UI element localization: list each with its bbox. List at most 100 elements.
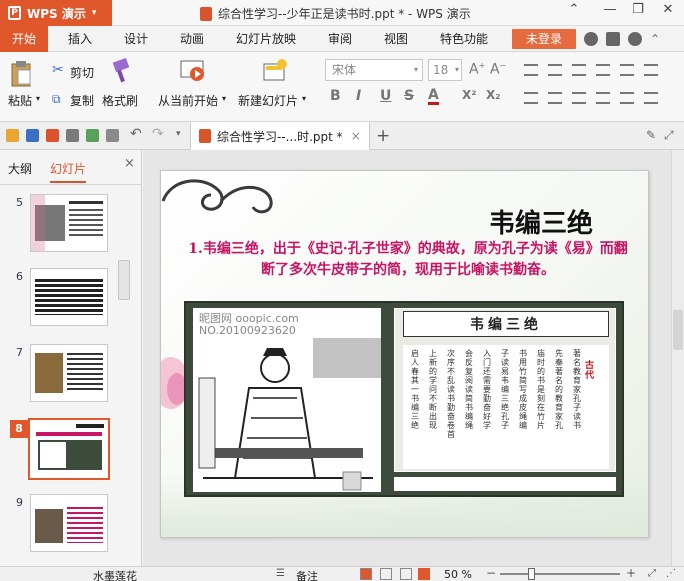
zoom-in-icon[interactable]: +	[626, 566, 636, 580]
from-current-button[interactable]: 从当前开始	[158, 92, 218, 109]
cut-button[interactable]: 剪切	[70, 64, 94, 81]
subscript-button[interactable]: X₂	[486, 88, 501, 102]
slide-sorter-icon[interactable]	[380, 568, 392, 580]
minimize-button[interactable]: —	[598, 2, 622, 17]
customize-quick-access-icon[interactable]: ▾	[176, 129, 181, 139]
tab-slideshow[interactable]: 幻灯片放映	[236, 26, 296, 52]
slide-canvas[interactable]: 韦编三绝 1.韦编三绝，出于《史记·孔子世家》的典故，原为孔子为读《易》而翻断了…	[160, 170, 649, 538]
tab-slides[interactable]: 幻灯片	[50, 160, 87, 183]
editor-scrollbar[interactable]	[671, 150, 684, 566]
font-size-value: 18	[433, 63, 449, 77]
thumb-text-block	[67, 507, 103, 543]
bullet-list-icon[interactable]	[524, 64, 538, 76]
tshirt-skin-icon[interactable]	[606, 32, 620, 46]
zoom-out-icon[interactable]: −	[486, 566, 496, 580]
help-icon[interactable]	[584, 32, 598, 46]
export-pdf-icon[interactable]	[46, 129, 59, 142]
login-button[interactable]: 未登录	[512, 29, 576, 49]
align-justify-icon[interactable]	[596, 92, 610, 104]
restore-button[interactable]: ❐	[626, 2, 650, 17]
vertical-text-column: 次序不乱读书勤奋卷首	[447, 349, 455, 439]
align-left-icon[interactable]	[524, 92, 538, 104]
ribbon-collapse-icon[interactable]: ⌃	[562, 2, 586, 17]
vertical-text-column: 庙时的书是刻在竹片	[537, 349, 545, 430]
slide-thumbnail-5[interactable]	[30, 194, 108, 252]
print-preview-icon[interactable]	[86, 129, 99, 142]
tab-review[interactable]: 审阅	[328, 26, 352, 52]
text-direction-icon[interactable]	[644, 64, 658, 76]
thumbnails-scrollbar[interactable]	[118, 260, 130, 300]
zoom-slider[interactable]	[500, 573, 620, 575]
distribute-icon[interactable]	[620, 92, 634, 104]
font-size-select[interactable]: 18 ▾	[428, 59, 462, 81]
chevron-down-icon: ▾	[413, 65, 418, 74]
chevron-down-icon[interactable]: ▾	[302, 94, 306, 103]
paste-icon[interactable]	[10, 60, 32, 88]
zoom-slider-thumb[interactable]	[528, 568, 535, 580]
paste-button[interactable]: 粘贴	[8, 92, 32, 109]
save-icon[interactable]	[26, 129, 39, 142]
vertical-text-column: 子读易韦编三绝孔子	[501, 349, 509, 430]
copy-button[interactable]: 复制	[70, 92, 94, 109]
new-tab-icon[interactable]: +	[376, 126, 390, 146]
thumb-title-line	[69, 201, 103, 204]
app-menu-button[interactable]: P WPS 演示 ▾	[0, 0, 112, 26]
close-tab-icon[interactable]: ×	[351, 129, 361, 143]
slideshow-icon[interactable]	[418, 568, 430, 580]
numbered-list-icon[interactable]	[548, 64, 562, 76]
format-painter-button[interactable]: 格式刷	[102, 92, 138, 109]
undo-icon[interactable]: ↶	[130, 126, 142, 142]
tab-view[interactable]: 视图	[384, 26, 408, 52]
settings-icon[interactable]	[628, 32, 642, 46]
align-center-icon[interactable]	[548, 92, 562, 104]
font-name-select[interactable]: 宋体 ▾	[325, 59, 423, 81]
grow-font-icon[interactable]: A+	[469, 61, 485, 78]
tab-outline[interactable]: 大纲	[8, 160, 32, 177]
tools-icon[interactable]: ✎	[646, 128, 656, 142]
align-right-icon[interactable]	[572, 92, 586, 104]
decrease-indent-icon[interactable]	[572, 64, 586, 76]
redo-icon[interactable]: ↷	[152, 126, 164, 142]
more-icon[interactable]: ⌃	[650, 32, 660, 46]
strikethrough-button[interactable]: S	[404, 88, 414, 104]
scrollbar-thumb[interactable]	[673, 310, 683, 350]
zoom-level[interactable]: 50 %	[444, 568, 472, 581]
reading-view-icon[interactable]	[400, 568, 412, 580]
slide-body-text[interactable]: 1.韦编三绝，出于《史记·孔子世家》的典故，原为孔子为读《易》而翻断了多次牛皮带…	[183, 239, 633, 281]
font-color-button[interactable]: A	[428, 88, 439, 105]
superscript-button[interactable]: X²	[462, 88, 477, 102]
slide-thumbnail-8[interactable]	[28, 418, 110, 480]
increase-indent-icon[interactable]	[596, 64, 610, 76]
document-tab[interactable]: 综合性学习--...时.ppt * ×	[190, 122, 370, 150]
tab-animation[interactable]: 动画	[180, 26, 204, 52]
notes-button[interactable]: 备注	[296, 568, 318, 581]
tab-design[interactable]: 设计	[124, 26, 148, 52]
tab-special-features[interactable]: 特色功能	[440, 26, 488, 52]
tab-insert[interactable]: 插入	[68, 26, 92, 52]
shrink-font-icon[interactable]: A−	[490, 61, 506, 78]
fit-window-icon[interactable]: ⤢	[648, 568, 656, 579]
slide-thumbnail-6[interactable]	[30, 268, 108, 326]
chevron-down-icon[interactable]: ▾	[36, 94, 40, 103]
underline-button[interactable]: U	[380, 88, 391, 104]
close-pane-icon[interactable]: ×	[124, 156, 135, 171]
slide-thumbnail-9[interactable]	[30, 494, 108, 552]
columns-icon[interactable]	[644, 92, 658, 104]
slide-thumbnail-7[interactable]	[30, 344, 108, 402]
slide-image[interactable]: 昵图网 ooopic.com NO.20100923620 韦编三绝 启人春其一…	[184, 301, 624, 497]
bold-button[interactable]: B	[330, 88, 341, 104]
image-title: 韦编三绝	[403, 311, 609, 337]
close-button[interactable]: ✕	[656, 2, 680, 17]
print-icon[interactable]	[66, 129, 79, 142]
line-spacing-icon[interactable]	[620, 64, 634, 76]
tab-home[interactable]: 开始	[0, 26, 48, 52]
new-slide-button[interactable]: 新建幻灯片	[238, 92, 298, 109]
expand-icon[interactable]: ⤢	[664, 128, 674, 143]
slide-title[interactable]: 韦编三绝	[489, 203, 593, 240]
chevron-down-icon[interactable]: ▾	[222, 94, 226, 103]
slide-editor: 韦编三绝 1.韦编三绝，出于《史记·孔子世家》的典故，原为孔子为读《易》而翻断了…	[143, 150, 684, 566]
open-folder-icon[interactable]	[6, 129, 19, 142]
normal-view-icon[interactable]	[360, 568, 372, 580]
spell-check-icon[interactable]	[106, 129, 119, 142]
italic-button[interactable]: I	[356, 88, 361, 104]
